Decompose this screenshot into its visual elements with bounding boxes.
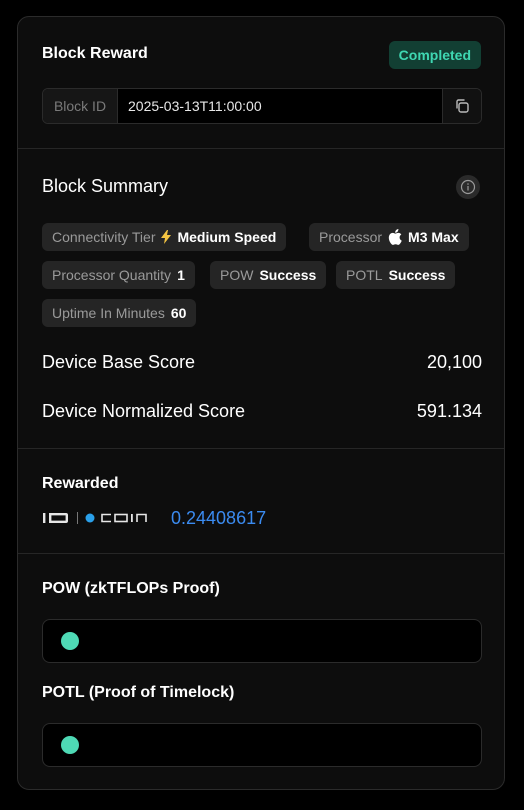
- tag-connectivity-tier: Connectivity Tier Medium Speed: [42, 223, 287, 251]
- tag-uptime-in-minutes: Uptime In Minutes 60: [42, 299, 197, 327]
- lightning-icon: [161, 230, 172, 244]
- block-id-value[interactable]: 2025-03-13T11:00:00: [118, 89, 442, 123]
- tag-value: Success: [388, 267, 446, 283]
- copy-icon: [456, 99, 469, 113]
- divider: [18, 448, 504, 449]
- block-summary-title: Block Summary: [42, 176, 169, 196]
- card-title: Block Reward: [42, 45, 148, 62]
- status-badge: Completed: [388, 41, 481, 69]
- tag-processor: Processor M3 Max: [309, 223, 469, 251]
- block-id-field: Block ID 2025-03-13T11:00:00: [42, 88, 482, 124]
- device-base-score-row: Device Base Score 20,100: [42, 352, 482, 373]
- apple-icon: [388, 229, 402, 245]
- device-base-score-label: Device Base Score: [42, 352, 196, 372]
- tag-value: 60: [170, 305, 187, 321]
- info-icon[interactable]: [456, 175, 480, 199]
- tag-key: POTL: [346, 267, 383, 283]
- tag-key: POW: [220, 267, 254, 283]
- tag-processor-quantity: Processor Quantity 1: [42, 261, 195, 289]
- block-id-label: Block ID: [43, 89, 118, 123]
- tag-value: M3 Max: [408, 229, 459, 245]
- tag-value: Medium Speed: [177, 229, 277, 245]
- potl-proof-field: [42, 723, 482, 767]
- potl-proof-label: POTL (Proof of Timelock): [42, 684, 235, 701]
- io-coin-logo: [43, 512, 147, 524]
- device-base-score-value: 20,100: [426, 352, 482, 372]
- tag-key: Connectivity Tier: [52, 229, 156, 245]
- device-normalized-score-label: Device Normalized Score: [42, 401, 246, 421]
- rewarded-label: Rewarded: [42, 475, 119, 492]
- block-reward-card: Block Reward Completed Block ID 2025-03-…: [17, 16, 505, 790]
- divider: [18, 148, 504, 149]
- divider: [18, 553, 504, 554]
- tag-value: Success: [259, 267, 317, 283]
- device-normalized-score-row: Device Normalized Score 591.134: [42, 401, 482, 422]
- tag-value: 1: [177, 267, 185, 283]
- device-normalized-score-value: 591.134: [416, 401, 482, 421]
- potl-status-dot: [61, 736, 79, 754]
- copy-button[interactable]: [442, 89, 481, 123]
- pow-status-dot: [61, 632, 79, 650]
- tag-key: Processor: [319, 229, 383, 245]
- tag-potl: POTL Success: [336, 261, 456, 289]
- rewarded-amount: 0.24408617: [171, 507, 267, 528]
- tag-key: Uptime In Minutes: [52, 305, 165, 321]
- tag-pow: POW Success: [210, 261, 327, 289]
- pow-proof-field: [42, 619, 482, 663]
- rewarded-coin-row: 0.24408617: [42, 507, 266, 529]
- tag-key: Processor Quantity: [52, 267, 172, 283]
- pow-proof-label: POW (zkTFLOPs Proof): [42, 580, 220, 597]
